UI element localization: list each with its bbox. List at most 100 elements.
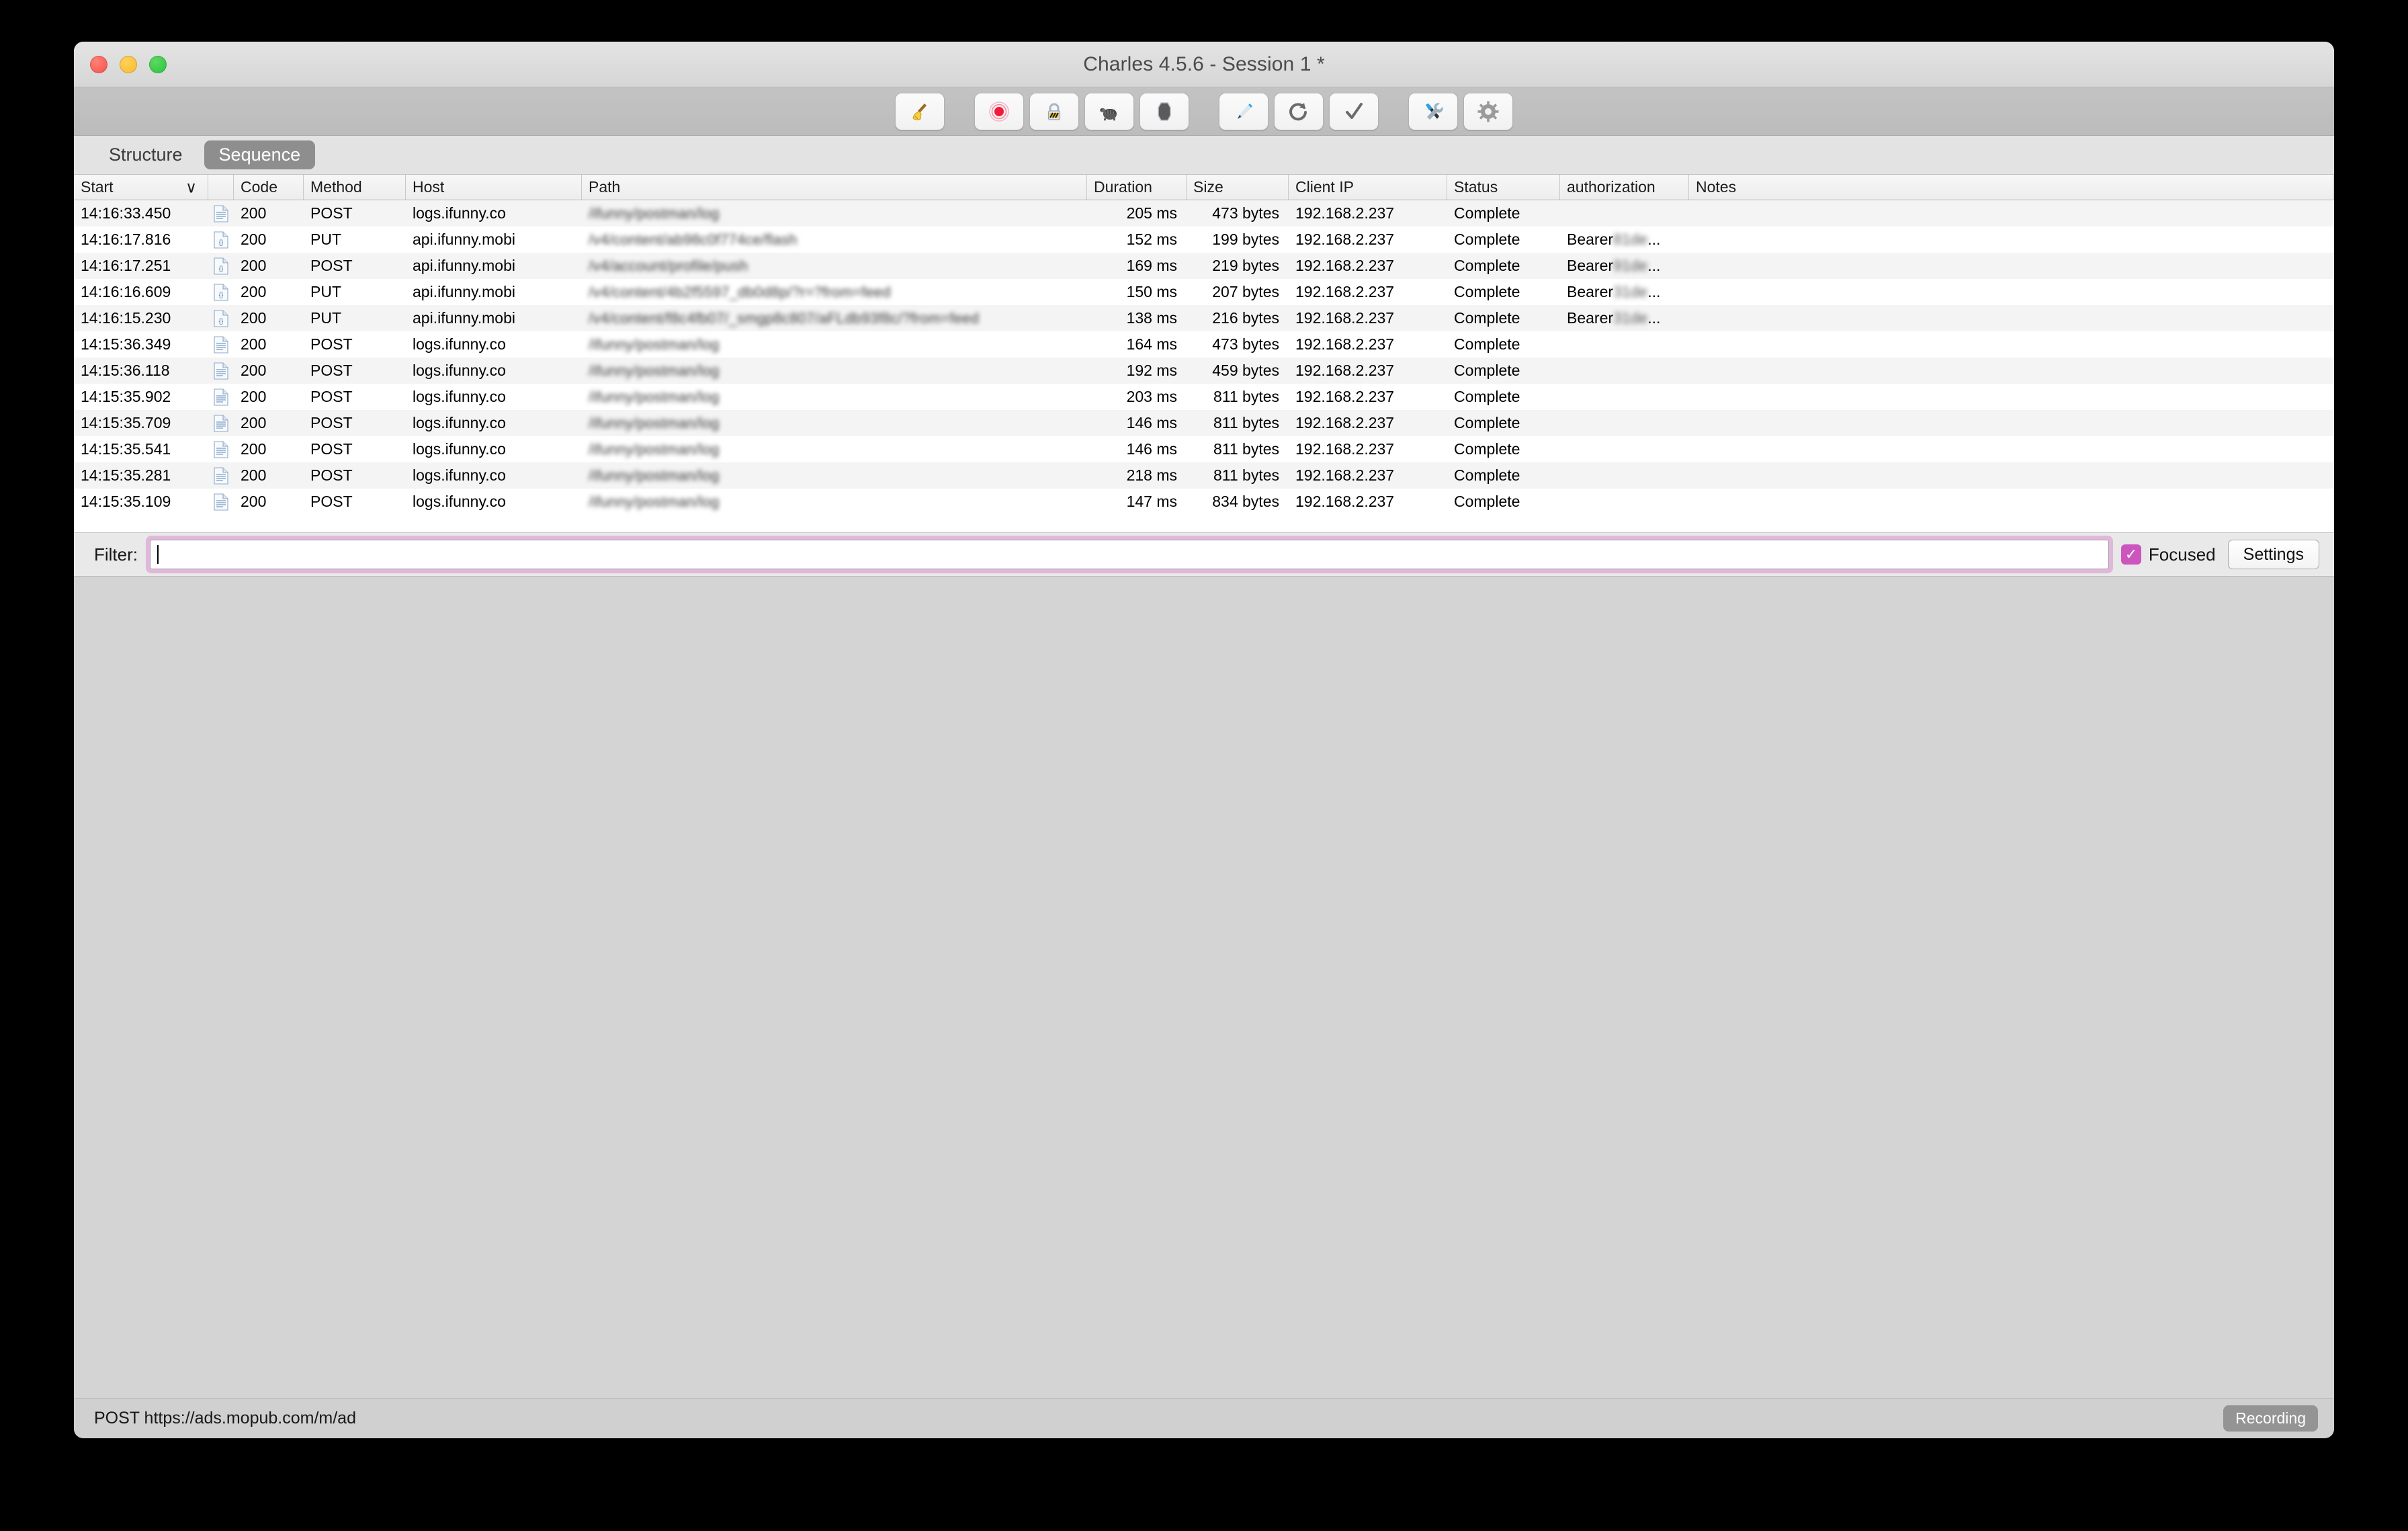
table-row[interactable]: 14:15:35.902200POSTlogs.ifunny.co/ifunny… xyxy=(74,384,2334,410)
cell-path: /ifunny/postman/log xyxy=(582,358,1087,384)
cell-method: PUT xyxy=(304,279,406,305)
column-header-code[interactable]: Code xyxy=(234,175,304,200)
table-row[interactable]: 14:16:17.816{}200PUTapi.ifunny.mobi/v4/c… xyxy=(74,226,2334,253)
record-button[interactable] xyxy=(974,93,1024,130)
cell-path: /ifunny/postman/log xyxy=(582,384,1087,410)
cell-notes xyxy=(1689,410,2334,436)
cell-authorization: Bearer 91de... xyxy=(1560,253,1689,279)
column-header-host[interactable]: Host xyxy=(406,175,582,200)
table-row[interactable]: 14:16:15.230{}200PUTapi.ifunny.mobi/v4/c… xyxy=(74,305,2334,331)
compose-button[interactable] xyxy=(1219,93,1268,130)
table-row[interactable]: 14:15:35.109200POSTlogs.ifunny.co/ifunny… xyxy=(74,489,2334,515)
cell-start: 14:16:33.450 xyxy=(74,200,208,226)
column-header-icon[interactable] xyxy=(208,175,234,200)
cell-size: 473 bytes xyxy=(1187,200,1289,226)
cell-notes xyxy=(1689,331,2334,358)
lock-icon xyxy=(1043,100,1066,123)
validate-button[interactable] xyxy=(1329,93,1379,130)
tab-structure[interactable]: Structure xyxy=(94,140,198,169)
cell-host: logs.ifunny.co xyxy=(406,436,582,462)
charles-window: Charles 4.5.6 - Session 1 * xyxy=(74,42,2334,1438)
cell-size: 811 bytes xyxy=(1187,384,1289,410)
cell-code: 200 xyxy=(234,226,304,253)
cell-notes xyxy=(1689,279,2334,305)
cell-code: 200 xyxy=(234,462,304,489)
focused-checkbox[interactable]: ✓ xyxy=(2121,544,2141,565)
breakpoints-button[interactable] xyxy=(1140,93,1189,130)
cell-authorization: Bearer 31de... xyxy=(1560,305,1689,331)
status-badge[interactable]: Recording xyxy=(2223,1405,2318,1432)
table-row[interactable]: 14:15:35.709200POSTlogs.ifunny.co/ifunny… xyxy=(74,410,2334,436)
column-header-duration[interactable]: Duration xyxy=(1087,175,1187,200)
cell-size: 811 bytes xyxy=(1187,436,1289,462)
cell-code: 200 xyxy=(234,253,304,279)
column-header-size[interactable]: Size xyxy=(1187,175,1289,200)
cell-code: 200 xyxy=(234,436,304,462)
cell-host: api.ifunny.mobi xyxy=(406,253,582,279)
cell-host: logs.ifunny.co xyxy=(406,489,582,515)
cell-size: 811 bytes xyxy=(1187,462,1289,489)
cell-notes xyxy=(1689,226,2334,253)
cell-status: Complete xyxy=(1447,305,1560,331)
cell-duration: 192 ms xyxy=(1087,358,1187,384)
table-row[interactable]: 14:16:16.609{}200PUTapi.ifunny.mobi/v4/c… xyxy=(74,279,2334,305)
cell-notes xyxy=(1689,253,2334,279)
column-header-notes[interactable]: Notes xyxy=(1689,175,2334,200)
cell-status: Complete xyxy=(1447,279,1560,305)
cell-duration: 164 ms xyxy=(1087,331,1187,358)
focused-checkbox-group[interactable]: ✓ Focused xyxy=(2121,544,2216,565)
cell-authorization xyxy=(1560,384,1689,410)
column-header-status[interactable]: Status xyxy=(1447,175,1560,200)
tools-button[interactable] xyxy=(1408,93,1458,130)
filter-input[interactable] xyxy=(150,540,2109,569)
repeat-button[interactable] xyxy=(1274,93,1324,130)
cell-start: 14:15:35.709 xyxy=(74,410,208,436)
filter-label: Filter: xyxy=(94,544,138,565)
table-header-row: Start ∨ Code Method Host Path Duration S… xyxy=(74,175,2334,200)
table-row[interactable]: 14:15:36.349200POSTlogs.ifunny.co/ifunny… xyxy=(74,331,2334,358)
ssl-proxying-button[interactable] xyxy=(1029,93,1079,130)
column-header-start[interactable]: Start ∨ xyxy=(74,175,208,200)
cell-notes xyxy=(1689,489,2334,515)
column-header-method[interactable]: Method xyxy=(304,175,406,200)
cell-size: 207 bytes xyxy=(1187,279,1289,305)
cell-client-ip: 192.168.2.237 xyxy=(1289,436,1447,462)
tab-sequence[interactable]: Sequence xyxy=(204,140,316,169)
table-row[interactable]: 14:16:33.450200POSTlogs.ifunny.co/ifunny… xyxy=(74,200,2334,226)
clear-session-button[interactable] xyxy=(895,93,945,130)
cell-client-ip: 192.168.2.237 xyxy=(1289,384,1447,410)
cell-authorization xyxy=(1560,462,1689,489)
tools-icon xyxy=(1422,100,1445,123)
text-document-icon xyxy=(208,331,234,358)
column-header-path[interactable]: Path xyxy=(582,175,1087,200)
cell-code: 200 xyxy=(234,305,304,331)
filter-input-wrapper xyxy=(150,540,2109,569)
cell-method: POST xyxy=(304,331,406,358)
json-document-icon: {} xyxy=(208,226,234,253)
filter-settings-button[interactable]: Settings xyxy=(2228,540,2319,569)
cell-start: 14:15:36.118 xyxy=(74,358,208,384)
table-row[interactable]: 14:16:17.251{}200POSTapi.ifunny.mobi/v4/… xyxy=(74,253,2334,279)
cell-start: 14:15:35.902 xyxy=(74,384,208,410)
cell-method: POST xyxy=(304,384,406,410)
cell-path: /ifunny/postman/log xyxy=(582,410,1087,436)
cell-start: 14:15:35.541 xyxy=(74,436,208,462)
cell-code: 200 xyxy=(234,489,304,515)
cell-start: 14:16:16.609 xyxy=(74,279,208,305)
cell-start: 14:15:35.109 xyxy=(74,489,208,515)
cell-size: 811 bytes xyxy=(1187,410,1289,436)
turtle-icon xyxy=(1098,100,1121,123)
cell-method: POST xyxy=(304,462,406,489)
table-row[interactable]: 14:15:36.118200POSTlogs.ifunny.co/ifunny… xyxy=(74,358,2334,384)
settings-button[interactable] xyxy=(1463,93,1513,130)
column-header-authorization[interactable]: authorization xyxy=(1560,175,1689,200)
throttle-button[interactable] xyxy=(1084,93,1134,130)
table-row[interactable]: 14:15:35.281200POSTlogs.ifunny.co/ifunny… xyxy=(74,462,2334,489)
cell-authorization: Bearer 81de... xyxy=(1560,226,1689,253)
cell-authorization xyxy=(1560,489,1689,515)
cell-path: /ifunny/postman/log xyxy=(582,436,1087,462)
cell-authorization xyxy=(1560,358,1689,384)
cell-host: logs.ifunny.co xyxy=(406,200,582,226)
column-header-client-ip[interactable]: Client IP xyxy=(1289,175,1447,200)
table-row[interactable]: 14:15:35.541200POSTlogs.ifunny.co/ifunny… xyxy=(74,436,2334,462)
